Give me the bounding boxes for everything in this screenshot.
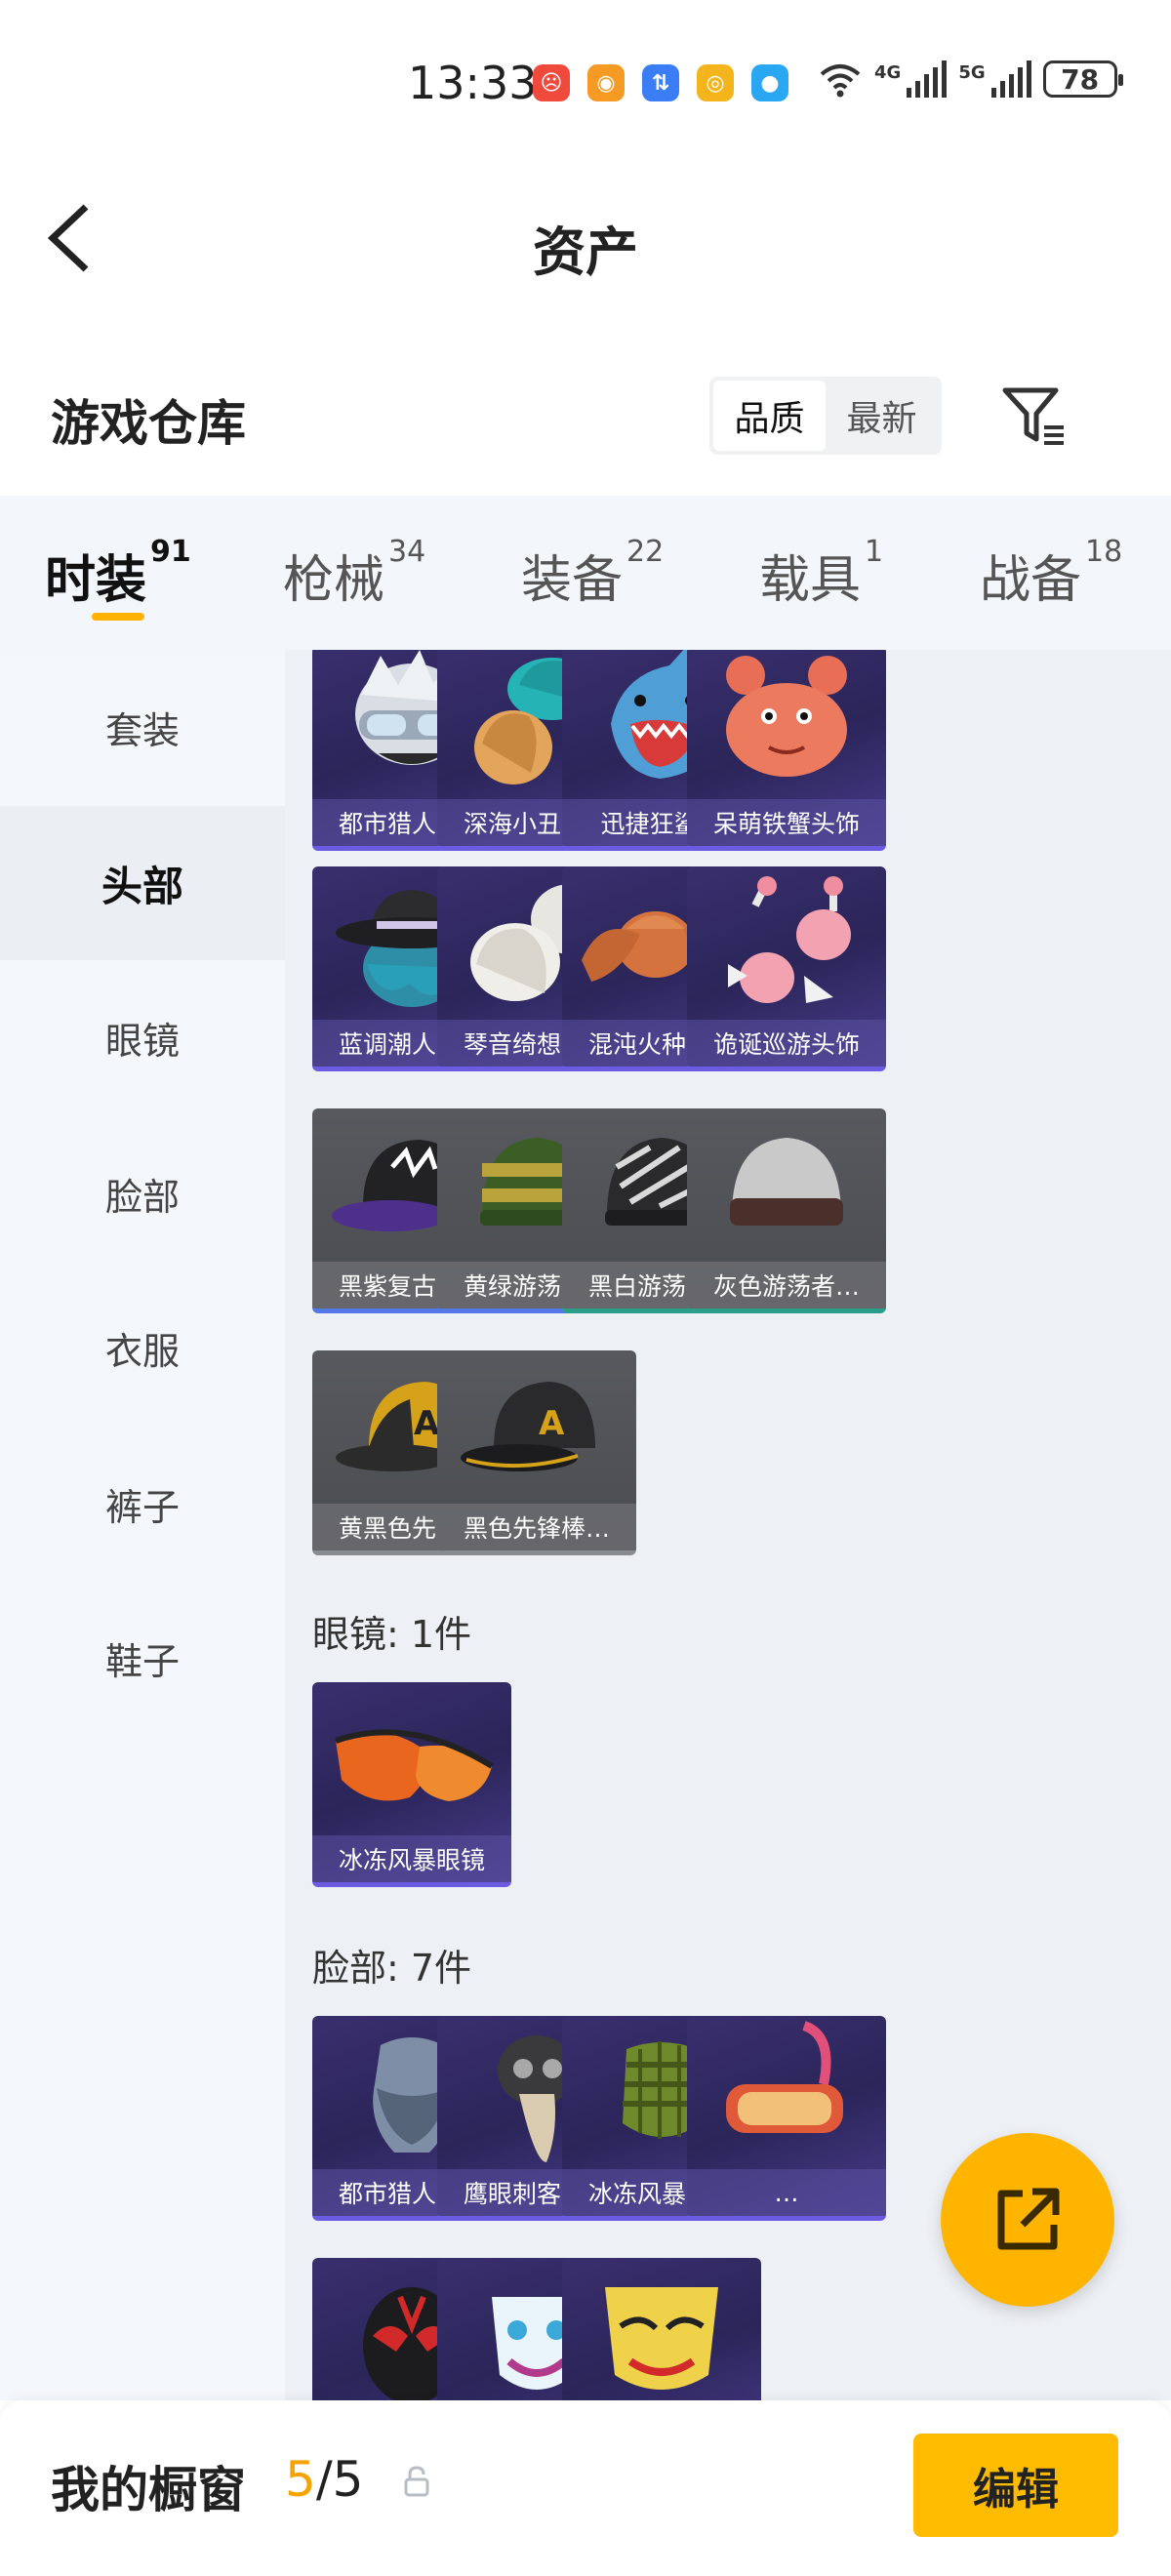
wifi-icon [820,64,861,98]
item-card[interactable]: A 黑色先锋棒… [437,1350,636,1555]
network-type-4g: 4G [874,61,902,83]
lock-icon [404,2466,429,2497]
item-card[interactable]: … [687,2016,886,2221]
sidebar: 套装 头部 眼镜 脸部 衣服 裤子 鞋子 [0,650,285,2400]
external-link-icon [997,2188,1060,2250]
app-notification-icon: ☹ [533,64,570,101]
item-card[interactable]: 呆萌铁蟹头饰 [687,650,886,851]
tab-vehicles[interactable]: 载具 1 [759,535,883,612]
sidebar-item-glasses[interactable]: 眼镜 [0,960,285,1114]
tab-label: 装备 [521,551,624,610]
section-header-face: 脸部: 7件 [312,1947,472,1990]
status-time: 13:33 [408,57,538,109]
tab-count: 34 [388,535,426,569]
dive-mask-icon [726,2021,843,2133]
tab-label: 载具 [759,551,862,610]
chat-app-icon: ● [751,64,788,101]
tab-combat-gear[interactable]: 战备 18 [980,535,1122,612]
edit-showcase-button[interactable]: 编辑 [913,2434,1118,2537]
tab-count: 18 [1085,535,1123,569]
sort-by-quality[interactable]: 品质 [713,381,826,451]
network-type-5g: 5G [958,61,986,83]
sidebar-item-clothes[interactable]: 衣服 [0,1270,285,1425]
svg-text:A: A [539,1404,565,1443]
item-name: 诡诞巡游头饰 [687,1020,886,1067]
item-card[interactable]: 冰冻风暴眼镜 [312,1682,511,1887]
tab-count: 91 [150,535,191,569]
status-app-icons: ☹ ◉ ⇅ ◎ ● [533,64,788,101]
crab-headwear-icon [726,656,847,777]
clown-headwear-icon [728,876,851,1003]
tab-equipment[interactable]: 装备 22 [521,535,664,612]
tab-weapons[interactable]: 枪械 34 [283,535,425,612]
tab-count: 1 [865,535,884,569]
item-name: 呆萌铁蟹头饰 [687,799,886,846]
filter-button[interactable] [999,381,1068,449]
app-notification-icon: ◎ [697,64,734,101]
sidebar-item-suit[interactable]: 套装 [0,650,285,804]
signal-icon [907,60,948,98]
battery-icon: 78 [1042,60,1123,98]
showcase-total: 5 [332,2451,364,2508]
tab-count: 22 [626,535,665,569]
filter-icon [1002,387,1064,445]
sidebar-item-pants[interactable]: 裤子 [0,1427,285,1581]
sort-toggle: 品质 最新 [709,377,942,455]
sidebar-item-head[interactable]: 头部 [0,806,285,960]
active-tab-indicator [92,613,144,621]
category-tabs: 时装 91 枪械 34 装备 22 载具 1 战备 18 [0,496,1171,650]
item-card[interactable] [562,2258,761,2400]
showcase-label: 我的橱窗 [51,2462,246,2518]
baseball-cap-icon: A [461,1382,595,1471]
tab-label: 时装 [45,551,147,610]
showcase-count: 5/5 [285,2451,363,2508]
item-name: 冰冻风暴眼镜 [312,1835,511,1882]
svg-text:A: A [414,1404,440,1443]
item-name: 灰色游荡者… [687,1262,886,1308]
showcase-separator: / [315,2451,333,2508]
joker-mask-icon [605,2287,718,2390]
status-bar: 13:33 ☹ ◉ ⇅ ◎ ● 4G 5G 78 [0,0,1171,146]
item-name: … [687,2169,886,2216]
showcase-bar: 我的橱窗 5/5 编辑 [0,2400,1171,2576]
app-notification-icon: ⇅ [642,64,679,101]
tab-label: 战备 [980,551,1082,610]
page-title: 资产 [533,221,638,283]
goggles-icon [335,1729,494,1801]
signal-icon [990,60,1031,98]
warehouse-title: 游戏仓库 [51,395,246,452]
item-name: 黑色先锋棒… [437,1504,636,1550]
sidebar-item-face[interactable]: 脸部 [0,1116,285,1270]
beanie-icon [730,1138,843,1226]
item-card[interactable]: 诡诞巡游头饰 [687,866,886,1071]
tab-fashion[interactable]: 时装 91 [45,535,191,612]
section-header-glasses: 眼镜: 1件 [312,1613,472,1656]
share-button[interactable] [941,2133,1114,2307]
showcase-current: 5 [285,2451,316,2508]
app-notification-icon: ◉ [587,64,625,101]
tab-label: 枪械 [283,551,385,610]
status-indicators: 4G 5G 78 [818,60,1123,98]
sidebar-item-shoes[interactable]: 鞋子 [0,1581,285,1735]
item-card[interactable]: 灰色游荡者… [687,1108,886,1313]
sort-by-newest[interactable]: 最新 [826,381,938,451]
